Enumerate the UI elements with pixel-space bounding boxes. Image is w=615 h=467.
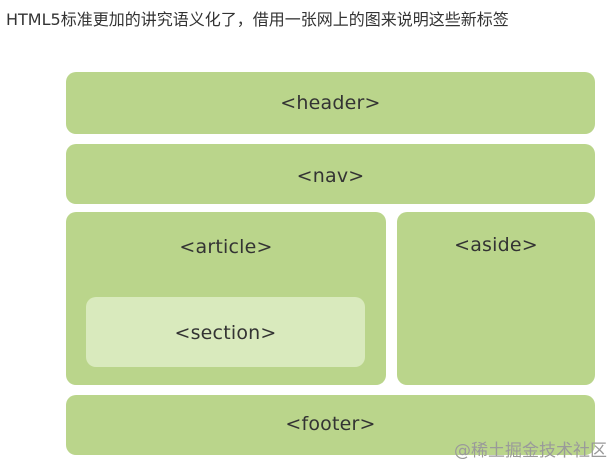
caption-text: HTML5标准更加的讲究语义化了，借用一张网上的图来说明这些新标签	[6, 10, 509, 29]
nav-block: <nav>	[66, 144, 595, 204]
footer-label: <footer>	[285, 413, 376, 435]
watermark-text: @稀土掘金技术社区	[454, 441, 607, 461]
header-block: <header>	[66, 72, 595, 134]
section-label: <section>	[174, 322, 277, 344]
article-block: <article> <section>	[66, 212, 386, 385]
header-label: <header>	[280, 92, 381, 114]
aside-block: <aside>	[397, 212, 595, 385]
nav-label: <nav>	[296, 165, 365, 187]
section-block: <section>	[86, 297, 365, 367]
article-label: <article>	[179, 236, 273, 258]
aside-label: <aside>	[454, 234, 538, 256]
